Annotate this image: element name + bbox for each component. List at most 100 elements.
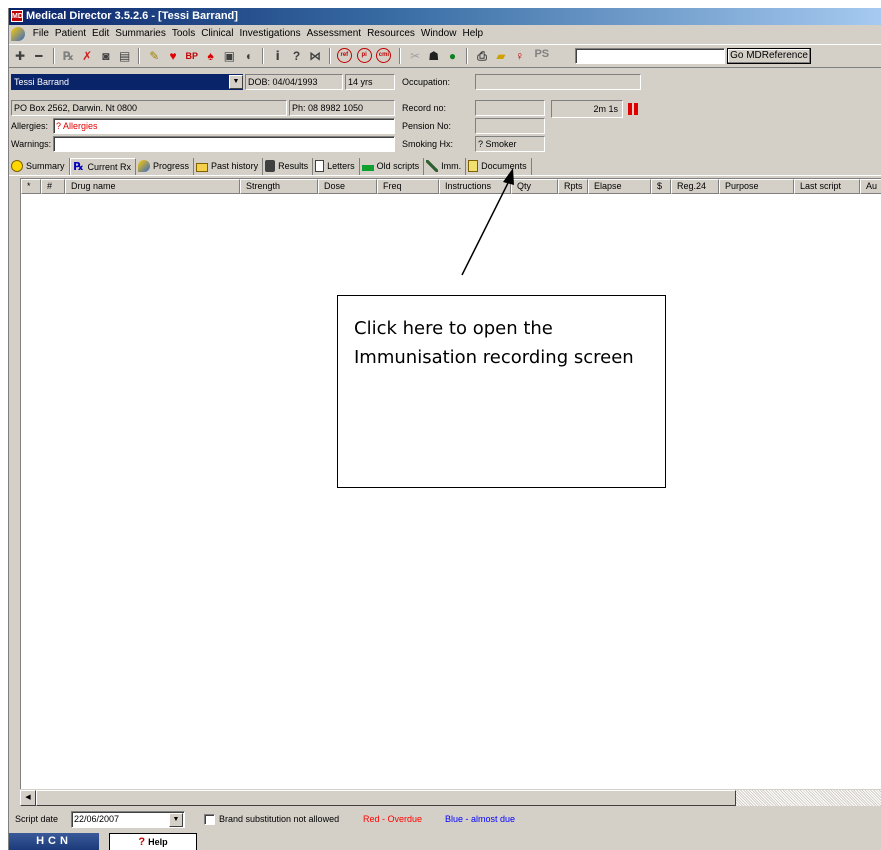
tab-progress[interactable]: Progress bbox=[136, 158, 195, 175]
folder-open-icon[interactable]: ▰ bbox=[493, 47, 509, 65]
menu-tools[interactable]: Tools bbox=[169, 25, 198, 43]
tab-immunisation[interactable]: Imm. bbox=[424, 158, 467, 175]
column-qty[interactable]: Qty bbox=[511, 179, 558, 194]
tab-label: Past history bbox=[211, 161, 259, 171]
tab-label: Results bbox=[278, 161, 309, 171]
person-icon[interactable]: ♀ bbox=[512, 47, 528, 65]
warnings-label: Warnings: bbox=[11, 139, 52, 149]
prescription-icon[interactable]: ℞ bbox=[60, 47, 76, 65]
pen-icon[interactable]: ✎ bbox=[146, 47, 162, 65]
menu-resources[interactable]: Resources bbox=[364, 25, 418, 43]
heart-icon[interactable]: ♥ bbox=[165, 47, 181, 65]
graduate-icon[interactable]: ☗ bbox=[426, 47, 442, 65]
blood-pressure-icon[interactable]: BP bbox=[184, 47, 200, 65]
pi-icon[interactable]: pi bbox=[356, 48, 372, 63]
column-star[interactable]: * bbox=[21, 179, 41, 194]
chevron-down-icon[interactable]: ▼ bbox=[169, 813, 183, 827]
column-elapse[interactable]: Elapse bbox=[588, 179, 651, 194]
occupation-label: Occupation: bbox=[402, 77, 451, 87]
column-number[interactable]: # bbox=[41, 179, 65, 194]
go-mdreference-button[interactable]: Go MDReference bbox=[727, 48, 811, 64]
record-no-field bbox=[475, 100, 545, 116]
patient-name-select[interactable]: Tessi Barrand bbox=[11, 74, 243, 90]
consult-timer: 2m 1s bbox=[551, 100, 623, 118]
chevron-down-icon[interactable]: ▼ bbox=[229, 75, 243, 89]
tab-label: Summary bbox=[26, 161, 65, 171]
apple-icon[interactable]: ● bbox=[445, 47, 461, 65]
legend-almost-due: Blue - almost due bbox=[445, 814, 516, 824]
hearing-icon[interactable]: ◖ bbox=[240, 47, 256, 65]
scroll-thumb[interactable] bbox=[36, 790, 736, 806]
tab-results[interactable]: Results bbox=[263, 158, 314, 175]
cmi-icon[interactable]: cmi bbox=[376, 48, 392, 63]
menu-assessment[interactable]: Assessment bbox=[304, 25, 364, 43]
add-icon[interactable]: ✚ bbox=[12, 47, 28, 65]
column-drug-name[interactable]: Drug name bbox=[65, 179, 240, 194]
letters-icon bbox=[315, 159, 325, 172]
help-tab[interactable]: ? Help bbox=[109, 833, 197, 850]
info-icon[interactable]: ⅰ bbox=[270, 47, 286, 65]
tab-past-history[interactable]: Past history bbox=[194, 158, 264, 175]
tab-summary[interactable]: Summary bbox=[9, 158, 70, 175]
rx-icon: ℞ bbox=[73, 160, 84, 173]
pension-no-field bbox=[475, 118, 545, 134]
brand-substitution-checkbox[interactable] bbox=[204, 814, 215, 825]
warnings-field[interactable] bbox=[53, 136, 395, 152]
folder-icon bbox=[196, 162, 209, 172]
menu-file[interactable]: File bbox=[30, 25, 52, 43]
menu-clinical[interactable]: Clinical bbox=[198, 25, 236, 43]
allergies-field[interactable]: ? Allergies bbox=[53, 118, 395, 134]
address-field: PO Box 2562, Darwin. Nt 0800 bbox=[11, 100, 287, 116]
pills-icon[interactable]: ✂ bbox=[407, 47, 423, 65]
current-rx-table[interactable]: * # Drug name Strength Dose Freq Instruc… bbox=[20, 178, 881, 798]
record-tabs: Summary ℞ Current Rx Progress Past history Re… bbox=[9, 156, 881, 176]
tab-label: Letters bbox=[327, 161, 355, 171]
column-reg24[interactable]: Reg.24 bbox=[671, 179, 719, 194]
horizontal-scrollbar[interactable]: ◀ bbox=[20, 789, 881, 806]
column-last-script[interactable]: Last script bbox=[794, 179, 860, 194]
lungs-icon[interactable]: ♠ bbox=[203, 47, 219, 65]
ps-icon[interactable]: PS bbox=[534, 48, 549, 60]
mdreference-search-input[interactable] bbox=[575, 48, 725, 64]
menu-patient[interactable]: Patient bbox=[52, 25, 89, 43]
column-purpose[interactable]: Purpose bbox=[719, 179, 794, 194]
remove-icon[interactable]: ━ bbox=[31, 47, 47, 65]
ref-icon[interactable]: ref bbox=[336, 48, 352, 63]
help-icon[interactable]: ? bbox=[289, 47, 305, 65]
scroll-left-icon[interactable]: ◀ bbox=[20, 790, 36, 806]
help-label: Help bbox=[148, 837, 168, 847]
column-instructions[interactable]: Instructions bbox=[439, 179, 511, 194]
old-scripts-icon bbox=[361, 164, 374, 171]
column-dose[interactable]: Dose bbox=[318, 179, 377, 194]
column-freq[interactable]: Freq bbox=[377, 179, 439, 194]
document-menu-icon[interactable] bbox=[11, 27, 25, 41]
tools-icon[interactable]: ✗ bbox=[79, 47, 95, 65]
tab-documents[interactable]: Documents bbox=[466, 158, 532, 175]
book-icon[interactable]: ▤ bbox=[117, 47, 133, 65]
toolbar-separator bbox=[52, 48, 55, 64]
script-date-field[interactable]: 22/06/2007 bbox=[71, 811, 185, 828]
phone-field: Ph: 08 8982 1050 bbox=[289, 100, 395, 116]
menu-summaries[interactable]: Summaries bbox=[112, 25, 169, 43]
scroll-track[interactable] bbox=[736, 790, 881, 806]
tab-label: Imm. bbox=[441, 161, 462, 171]
pause-icon[interactable] bbox=[626, 101, 640, 117]
menu-window[interactable]: Window bbox=[418, 25, 460, 43]
age-field: 14 yrs bbox=[345, 74, 395, 90]
network-icon[interactable]: ⋈ bbox=[307, 47, 323, 65]
menu-edit[interactable]: Edit bbox=[89, 25, 112, 43]
tab-current-rx[interactable]: ℞ Current Rx bbox=[69, 158, 137, 175]
column-au[interactable]: Au bbox=[860, 179, 881, 194]
clipboard-icon[interactable]: ▣ bbox=[221, 47, 237, 65]
column-rpts[interactable]: Rpts bbox=[558, 179, 588, 194]
column-cost[interactable]: $ bbox=[651, 179, 671, 194]
menu-investigations[interactable]: Investigations bbox=[236, 25, 303, 43]
status-strip: HCN ? Help bbox=[9, 833, 881, 850]
camera-icon[interactable]: ◙ bbox=[98, 47, 114, 65]
column-strength[interactable]: Strength bbox=[240, 179, 318, 194]
menu-help[interactable]: Help bbox=[459, 25, 486, 43]
print-icon[interactable]: ⎙ bbox=[474, 47, 490, 65]
tab-old-scripts[interactable]: Old scripts bbox=[360, 158, 425, 175]
tab-letters[interactable]: Letters bbox=[313, 158, 360, 175]
table-header: * # Drug name Strength Dose Freq Instruc… bbox=[21, 179, 881, 194]
